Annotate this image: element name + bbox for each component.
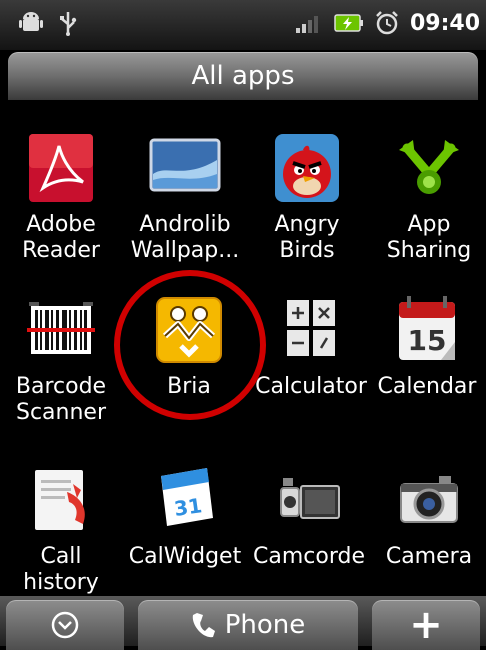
app-label: Angry Birds xyxy=(274,212,340,263)
app-calculator[interactable]: Calculator xyxy=(250,292,372,400)
camera-icon xyxy=(400,476,458,523)
app-label: Camcorde xyxy=(253,544,365,569)
androlib-wallpapers-icon xyxy=(149,138,221,192)
calwidget-icon: 31 xyxy=(161,468,213,526)
dock: Phone + xyxy=(0,596,486,650)
calendar-day: 15 xyxy=(408,324,447,357)
calculator-icon xyxy=(287,300,335,356)
app-camera[interactable]: Camera xyxy=(368,462,486,570)
app-label: Camera xyxy=(385,544,473,569)
calendar-icon: 15 xyxy=(399,296,455,360)
chevron-down-circle-icon xyxy=(51,611,79,639)
app-label: Barcode Scanner xyxy=(15,374,107,425)
call-history-icon xyxy=(35,470,85,530)
barcode-scanner-icon xyxy=(27,302,95,354)
app-label: Adobe Reader xyxy=(22,212,100,263)
android-icon xyxy=(19,12,43,31)
title-bar: All apps xyxy=(8,52,478,100)
app-call-history[interactable]: Call history xyxy=(0,462,122,596)
app-label: Calculator xyxy=(255,374,367,399)
alarm-clock-icon xyxy=(376,11,398,35)
usb-icon xyxy=(60,12,77,36)
calwidget-day: 31 xyxy=(173,493,204,521)
app-label: Bria xyxy=(167,374,211,399)
app-adobe-reader[interactable]: Adobe Reader xyxy=(0,130,122,264)
adobe-reader-icon xyxy=(29,134,93,202)
app-label: Androlib Wallpap... xyxy=(130,212,240,263)
app-calendar[interactable]: 15 Calendar xyxy=(366,292,486,400)
status-indicators: 09:40 xyxy=(294,10,480,36)
app-label: CalWidget xyxy=(128,544,242,569)
app-calwidget[interactable]: 31 CalWidget xyxy=(124,462,246,570)
angry-birds-icon xyxy=(275,134,339,202)
app-label: App Sharing xyxy=(386,212,472,263)
collapse-apps-button[interactable] xyxy=(6,600,124,650)
app-label: Call history xyxy=(23,544,99,595)
phone-icon xyxy=(192,613,215,638)
status-bar: 09:40 xyxy=(0,0,486,50)
camcorder-icon xyxy=(280,478,340,519)
app-barcode-scanner[interactable]: Barcode Scanner xyxy=(0,292,122,426)
app-androlib-wallpapers[interactable]: Androlib Wallpap... xyxy=(124,130,246,264)
app-label: Calendar xyxy=(377,374,477,399)
bria-icon xyxy=(156,297,222,363)
app-camcorder[interactable]: Camcorde xyxy=(248,462,370,570)
battery-charging-icon xyxy=(334,14,363,32)
phone-label: Phone xyxy=(224,610,306,640)
status-time: 09:40 xyxy=(409,10,480,36)
app-bria[interactable]: Bria xyxy=(128,292,250,400)
app-angry-birds[interactable]: Angry Birds xyxy=(246,130,368,264)
signal-icon xyxy=(295,16,318,33)
page-title: All apps xyxy=(191,61,295,91)
status-notifications xyxy=(18,10,78,36)
app-app-sharing[interactable]: App Sharing xyxy=(368,130,486,264)
plus-icon: + xyxy=(409,602,443,648)
app-sharing-icon xyxy=(399,140,459,194)
phone-button[interactable]: Phone xyxy=(138,600,358,650)
add-button[interactable]: + xyxy=(372,600,480,650)
